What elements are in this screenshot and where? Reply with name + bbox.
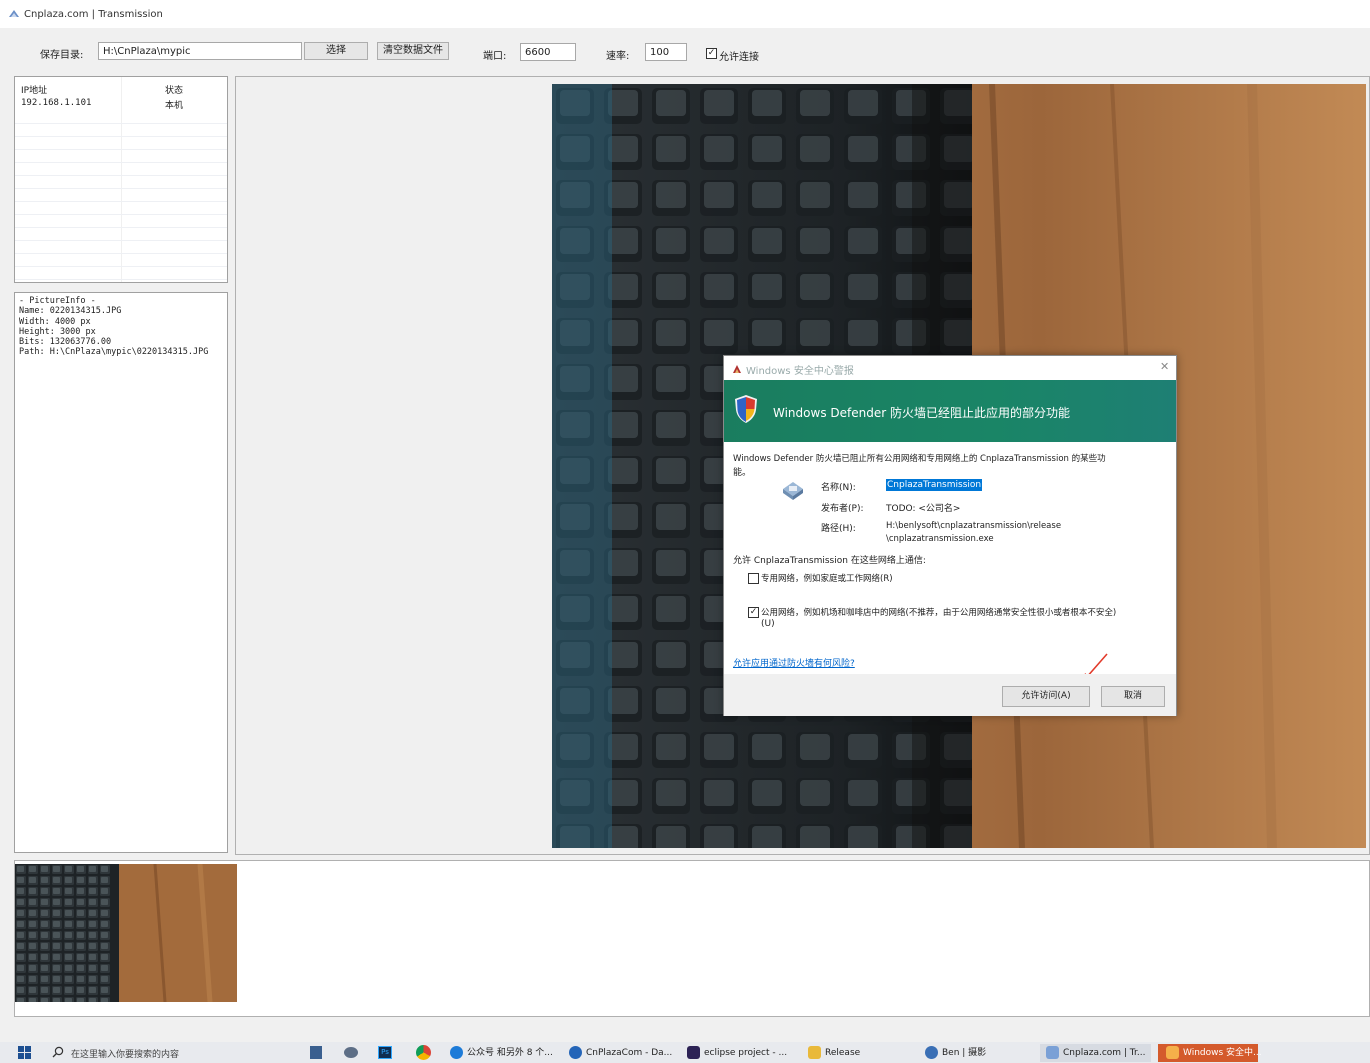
- taskbar-item-cnplaza-transmission[interactable]: Cnplaza.com | Tr...: [1040, 1044, 1152, 1062]
- dialog-message-line1: Windows Defender 防火墙已阻止所有公用网络和专用网络上的 Cnp…: [733, 454, 1106, 464]
- path-value-line2: \cnplazatransmission.exe: [886, 534, 994, 544]
- select-button[interactable]: 选择: [304, 42, 368, 60]
- private-network-checkbox[interactable]: [748, 573, 759, 584]
- calculator-app-icon[interactable]: [310, 1046, 322, 1059]
- save-dir-input[interactable]: H:\CnPlaza\mypic: [98, 42, 302, 60]
- taskbar-item-cnplazacom[interactable]: CnPlazaCom - Da...: [569, 1044, 672, 1062]
- table-row: [15, 189, 227, 202]
- firewall-alert-dialog: Windows 安全中心警报 ✕ Windows Defender 防火墙已经阻…: [723, 355, 1177, 716]
- allow-connect-checkbox[interactable]: ✓: [706, 48, 717, 59]
- table-row: [15, 150, 227, 163]
- table-row: [15, 163, 227, 176]
- table-row: [15, 202, 227, 215]
- publisher-label: 发布者(P):: [821, 504, 864, 514]
- close-icon[interactable]: ✕: [1160, 360, 1169, 373]
- name-label: 名称(N):: [821, 483, 856, 493]
- cancel-button[interactable]: 取消: [1101, 686, 1165, 707]
- path-label: 路径(H):: [821, 524, 856, 534]
- app-icon: [8, 9, 20, 19]
- dialog-app-icon: [731, 363, 743, 378]
- taskbar: 在这里输入你要搜索的内容 Ps 公众号 和另外 8 个... CnPlazaCo…: [0, 1042, 1370, 1063]
- thumbnail-image[interactable]: [15, 864, 237, 1002]
- taskbar-item-release[interactable]: Release: [808, 1044, 860, 1062]
- status-column-header[interactable]: 状态: [165, 83, 183, 96]
- table-row: [15, 124, 227, 137]
- window-title: Cnplaza.com | Transmission: [24, 9, 163, 20]
- port-label: 端口:: [483, 51, 507, 62]
- taskbar-search-input[interactable]: 在这里输入你要搜索的内容: [71, 1047, 179, 1060]
- private-network-label: 专用网络，例如家庭或工作网络(R): [761, 574, 893, 584]
- table-row: [15, 241, 227, 254]
- dialog-message-line2: 能。: [733, 468, 752, 478]
- taskbar-item-eclipse[interactable]: eclipse project - ...: [687, 1044, 787, 1062]
- photoshop-icon[interactable]: Ps: [378, 1046, 392, 1059]
- info-heading: - PictureInfo -: [19, 296, 96, 306]
- public-network-checkbox[interactable]: ✓: [748, 607, 759, 618]
- table-row: [15, 267, 227, 280]
- speed-input[interactable]: 100: [645, 43, 687, 61]
- dialog-title: Windows 安全中心警报: [746, 366, 854, 377]
- info-bits: Bits: 132063776.00: [19, 337, 112, 348]
- ip-cell[interactable]: 192.168.1.101: [21, 98, 91, 108]
- allow-networks-prompt: 允许 CnplazaTransmission 在这些网络上通信:: [733, 556, 926, 566]
- publisher-value: TODO: <公司名>: [886, 504, 961, 514]
- clear-data-button[interactable]: 清空数据文件: [377, 42, 449, 60]
- info-name: Name: 0220134315.JPG: [19, 306, 122, 317]
- speed-label: 速率:: [606, 51, 630, 62]
- firewall-risk-link[interactable]: 允许应用通过防火墙有何风险?: [733, 656, 855, 669]
- path-value-line1: H:\benlysoft\cnplazatransmission\release: [886, 521, 1062, 531]
- title-bar: Cnplaza.com | Transmission: [0, 0, 1370, 28]
- ip-list-panel[interactable]: IP地址 状态 192.168.1.101 本机: [14, 76, 228, 283]
- table-row: [15, 111, 227, 124]
- search-icon[interactable]: [52, 1046, 64, 1061]
- table-row: [15, 137, 227, 150]
- taskbar-item-windows-security[interactable]: Windows 安全中...: [1158, 1044, 1262, 1062]
- port-input[interactable]: 6600: [520, 43, 576, 61]
- info-height: Height: 3000 px: [19, 326, 96, 337]
- table-row: [15, 215, 227, 228]
- windows-start-icon[interactable]: [18, 1046, 31, 1062]
- taskbar-item-ben[interactable]: Ben | 摄影: [925, 1044, 986, 1062]
- dialog-header: Windows Defender 防火墙已经阻止此应用的部分功能: [724, 380, 1176, 442]
- public-network-label: 公用网络，例如机场和咖啡店中的网络(不推荐，由于公用网络通常安全性很小或者根本不…: [761, 608, 1117, 618]
- name-value[interactable]: CnplazaTransmission: [886, 479, 983, 491]
- allow-connect-label: 允许连接: [719, 52, 759, 63]
- dialog-header-text: Windows Defender 防火墙已经阻止此应用的部分功能: [773, 406, 1070, 420]
- picture-info-panel: - PictureInfo - Name: 0220134315.JPG Wid…: [14, 292, 228, 853]
- app-network-icon: [780, 477, 806, 506]
- chrome-icon[interactable]: [416, 1045, 431, 1060]
- allow-access-button[interactable]: 允许访问(A): [1002, 686, 1090, 707]
- info-width: Width: 4000 px: [19, 316, 91, 327]
- table-row: [15, 254, 227, 267]
- ip-column-header[interactable]: IP地址: [21, 83, 47, 96]
- status-cell[interactable]: 本机: [165, 98, 183, 111]
- table-row: [15, 228, 227, 241]
- taskbar-item-wechat[interactable]: 公众号 和另外 8 个...: [450, 1044, 553, 1062]
- app-icon[interactable]: [344, 1047, 358, 1058]
- info-path: Path: H:\CnPlaza\mypic\0220134315.JPG: [19, 347, 209, 358]
- save-dir-label: 保存目录:: [40, 50, 84, 61]
- shield-icon: [734, 394, 758, 427]
- table-row: [15, 176, 227, 189]
- public-network-label-suffix: (U): [761, 619, 775, 629]
